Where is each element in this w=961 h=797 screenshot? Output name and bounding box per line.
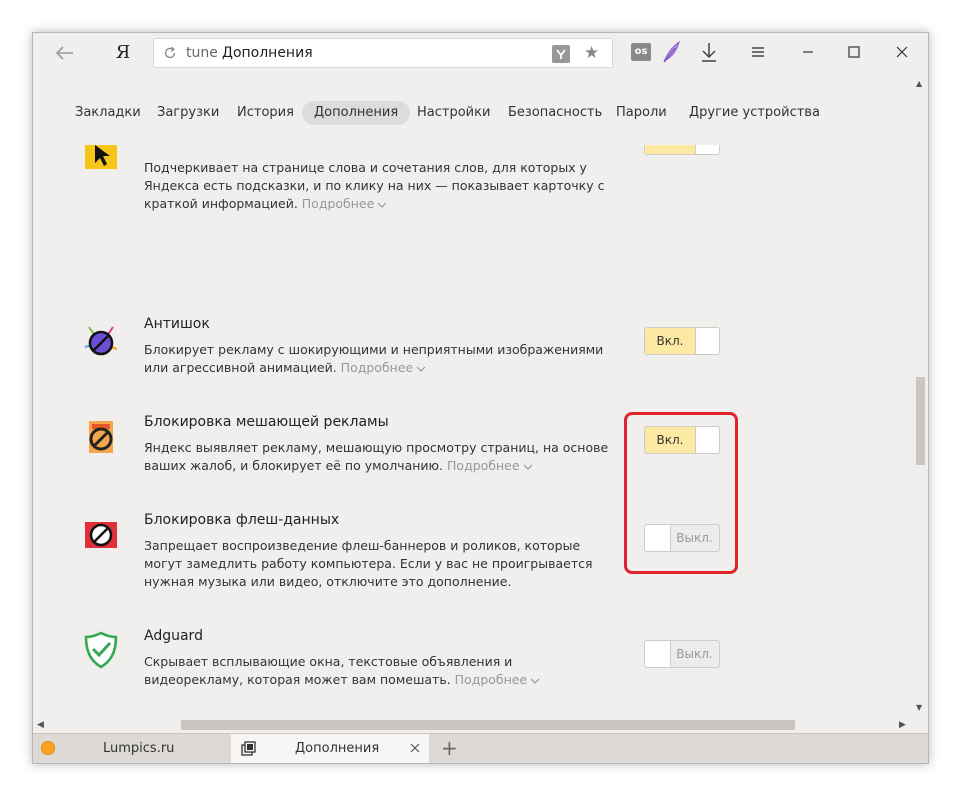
back-arrow-icon[interactable] <box>51 42 79 64</box>
nav-bookmarks[interactable]: Закладки <box>63 101 153 125</box>
settings-nav: Закладки Загрузки История Дополнения Нас… <box>33 95 913 131</box>
addons-tab-icon <box>241 741 256 756</box>
addons-list: Подчеркивает на странице слова и сочетан… <box>33 145 913 717</box>
reload-icon[interactable] <box>163 46 177 60</box>
nav-other-devices[interactable]: Другие устройства <box>677 101 832 125</box>
cursor-icon <box>85 145 117 169</box>
ad-block-icon <box>89 421 113 453</box>
chevron-down-icon[interactable] <box>377 202 387 208</box>
address-host: tune <box>186 45 218 61</box>
toggle-switch[interactable]: Вкл. <box>644 327 720 355</box>
toggle-knob <box>645 641 671 667</box>
star-icon[interactable]: ★ <box>584 42 599 64</box>
vertical-scrollbar-thumb[interactable] <box>916 377 925 465</box>
nav-passwords[interactable]: Пароли <box>604 101 679 125</box>
tab-close-icon[interactable] <box>409 742 421 754</box>
address-bar[interactable]: tune Дополнения ★ <box>153 38 613 68</box>
horizontal-scrollbar-thumb[interactable] <box>181 720 795 730</box>
scroll-left-arrow-icon[interactable]: ◀ <box>37 720 44 730</box>
minimize-icon[interactable] <box>799 43 817 61</box>
nav-security[interactable]: Безопасность <box>496 101 614 125</box>
tab-title: Дополнения <box>295 741 380 756</box>
yandex-logo[interactable]: Я <box>113 41 133 65</box>
extension-description: Запрещает воспроизведение флеш-баннеров … <box>144 538 593 589</box>
feather-icon[interactable] <box>661 40 681 64</box>
toggle-knob <box>695 145 719 154</box>
chevron-down-icon[interactable] <box>530 678 540 684</box>
more-link[interactable]: Подробнее <box>447 458 520 473</box>
lastfm-icon[interactable]: os <box>631 43 651 61</box>
extension-description: Блокирует рекламу с шокирующими и неприя… <box>144 342 604 375</box>
scroll-up-arrow-icon[interactable]: ▲ <box>916 79 922 88</box>
maximize-icon[interactable] <box>845 43 863 61</box>
tab-strip: Lumpics.ru Дополнения + <box>33 733 928 763</box>
new-tab-plus-icon[interactable]: + <box>441 738 458 758</box>
extension-description: Скрывает всплывающие окна, текстовые объ… <box>144 653 614 689</box>
adguard-shield-icon <box>84 631 118 669</box>
toggle-switch[interactable]: Выкл. <box>644 640 720 668</box>
tab-title: Lumpics.ru <box>103 741 175 756</box>
menu-icon[interactable] <box>749 43 767 61</box>
nav-settings[interactable]: Настройки <box>405 101 502 125</box>
extension-description: Подчеркивает на странице слова и сочетан… <box>144 160 605 211</box>
horizontal-scrollbar[interactable]: ◀ ▶ <box>33 717 913 733</box>
extension-name: Блокировка мешающей рекламы <box>144 414 389 430</box>
nav-addons[interactable]: Дополнения <box>302 101 411 125</box>
chevron-down-icon[interactable] <box>523 464 533 470</box>
address-title: Дополнения <box>222 45 313 61</box>
close-icon[interactable] <box>893 43 911 61</box>
antishock-icon <box>84 326 118 356</box>
orange-favicon-icon <box>41 741 55 755</box>
chevron-down-icon[interactable] <box>416 366 426 372</box>
extension-name: Блокировка флеш-данных <box>144 512 340 528</box>
scroll-down-arrow-icon[interactable]: ▼ <box>916 703 922 712</box>
extension-description: Яндекс выявляет рекламу, мешающую просмо… <box>144 440 609 473</box>
flash-block-icon <box>85 522 117 548</box>
protect-icon[interactable] <box>552 45 570 63</box>
highlight-frame <box>624 412 738 574</box>
scroll-right-arrow-icon[interactable]: ▶ <box>899 720 906 730</box>
toggle-switch[interactable]: Вкл. <box>644 145 720 155</box>
extension-name: Антишок <box>144 316 210 332</box>
vertical-scrollbar[interactable] <box>913 145 928 717</box>
more-link[interactable]: Подробнее <box>302 196 375 211</box>
nav-downloads[interactable]: Загрузки <box>145 101 231 125</box>
nav-history[interactable]: История <box>225 101 306 125</box>
download-icon[interactable] <box>699 41 719 63</box>
tab-lumpics[interactable]: Lumpics.ru <box>33 734 231 763</box>
browser-window: Я tune Дополнения ★ os Закладки Загрузки… <box>32 32 929 764</box>
extension-name: Adguard <box>144 628 203 644</box>
more-link[interactable]: Подробнее <box>341 360 414 375</box>
more-link[interactable]: Подробнее <box>455 672 528 687</box>
browser-toolbar: Я tune Дополнения ★ os <box>33 33 928 73</box>
tab-addons[interactable]: Дополнения <box>231 734 429 763</box>
toggle-knob <box>695 328 719 354</box>
